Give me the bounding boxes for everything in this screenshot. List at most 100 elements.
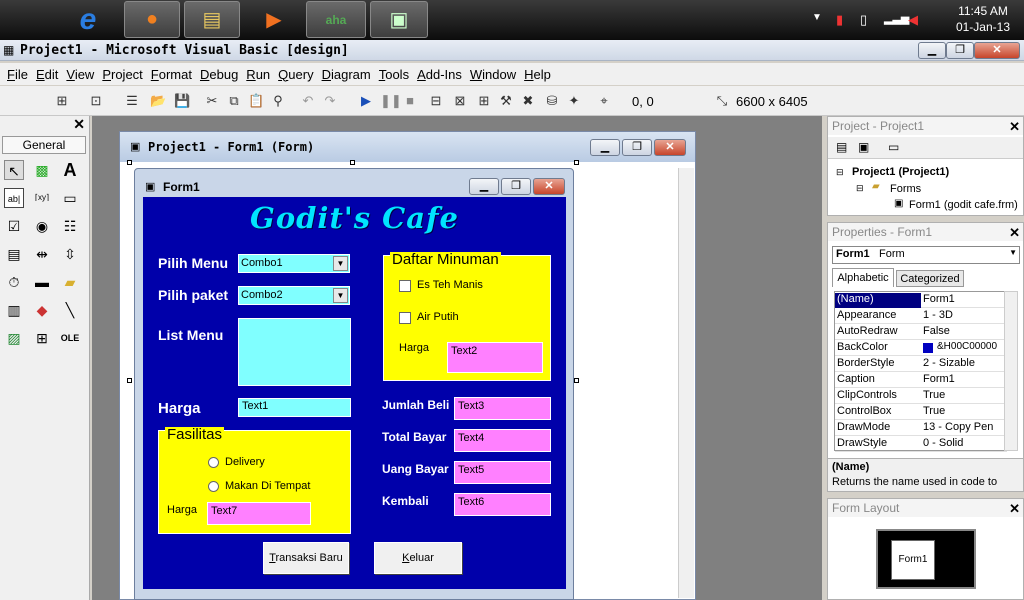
data-tool-icon[interactable]: ⊞: [32, 328, 52, 348]
tray-arrow-icon[interactable]: ▼: [812, 12, 822, 23]
resize-handle[interactable]: [574, 160, 579, 165]
text7-input[interactable]: Text7: [207, 502, 311, 525]
form-preview[interactable]: Form1: [891, 540, 935, 580]
form1-close-button[interactable]: ✕: [533, 178, 565, 195]
object-select[interactable]: Form1 Form ▼: [832, 246, 1020, 264]
property-row[interactable]: (Name) Form1: [835, 292, 1007, 308]
signal-icon[interactable]: ▂▃▅: [884, 12, 909, 25]
text1-input[interactable]: Text1: [238, 398, 351, 417]
resize-handle[interactable]: [574, 378, 579, 383]
menu-window[interactable]: Window: [470, 67, 516, 82]
paste-icon[interactable]: 📋: [248, 93, 264, 109]
vb-icon[interactable]: ▣: [370, 1, 428, 38]
toolbox-close-icon[interactable]: ✕: [73, 116, 85, 133]
battery-icon[interactable]: ▯: [860, 12, 867, 28]
property-row[interactable]: BackColor &H00C00000: [835, 340, 1007, 356]
label-tool-icon[interactable]: A: [60, 160, 80, 180]
save-icon[interactable]: 💾: [174, 93, 190, 109]
tab-alphabetic[interactable]: Alphabetic: [832, 268, 894, 287]
aha-icon[interactable]: aha: [306, 1, 366, 38]
data-view-icon[interactable]: ⛁: [544, 93, 560, 109]
timer-tool-icon[interactable]: ⏱: [4, 272, 24, 292]
menu-query[interactable]: Query: [278, 67, 313, 82]
break-icon[interactable]: ❚❚: [380, 93, 402, 109]
network-warning-icon[interactable]: ▮: [836, 12, 843, 28]
redo-icon[interactable]: ↷: [322, 93, 338, 109]
dirlistbox-tool-icon[interactable]: ▰: [60, 272, 80, 292]
menu-diagram[interactable]: Diagram: [322, 67, 371, 82]
form-layout-icon[interactable]: ⊞: [476, 93, 492, 109]
combo-menu[interactable]: Combo1 ▼: [238, 254, 350, 273]
optionbutton-tool-icon[interactable]: ◉: [32, 216, 52, 236]
form-file-item[interactable]: Form1 (godit cafe.frm): [909, 199, 1018, 211]
filelistbox-tool-icon[interactable]: ▥: [4, 300, 24, 320]
shape-tool-icon[interactable]: ◆: [32, 300, 52, 320]
resize-handle[interactable]: [127, 160, 132, 165]
text3-input[interactable]: Text3: [454, 397, 551, 420]
project-root[interactable]: Project1 (Project1): [852, 166, 949, 178]
volume-mute-icon[interactable]: ◀: [908, 12, 918, 28]
cut-icon[interactable]: ✂: [204, 93, 220, 109]
es-teh-checkbox[interactable]: [399, 280, 411, 292]
add-project-icon[interactable]: ⊞: [54, 93, 70, 109]
view-object-icon[interactable]: ▣: [858, 140, 869, 154]
project-explorer-icon[interactable]: ⊟: [428, 93, 444, 109]
copy-icon[interactable]: ⧉: [226, 93, 242, 109]
text2-input[interactable]: Text2: [447, 342, 543, 373]
property-row[interactable]: Caption Form1: [835, 372, 1007, 388]
checkbox-tool-icon[interactable]: ☑: [4, 216, 24, 236]
expand-icon[interactable]: ⊟: [836, 167, 844, 178]
property-row[interactable]: ControlBox True: [835, 404, 1007, 420]
chevron-down-icon[interactable]: ▼: [1009, 248, 1017, 257]
tab-categorized[interactable]: Categorized: [896, 270, 964, 287]
component-manager-icon[interactable]: ✦: [566, 93, 582, 109]
ole-tool-icon[interactable]: OLE: [60, 328, 80, 348]
menu-project[interactable]: Project: [102, 67, 142, 82]
properties-window-icon[interactable]: ⊠: [452, 93, 468, 109]
text4-input[interactable]: Text4: [454, 429, 551, 452]
list-menu-listbox[interactable]: [238, 318, 351, 386]
property-row[interactable]: ClipControls True: [835, 388, 1007, 404]
object-browser-icon[interactable]: ⚒: [498, 93, 514, 109]
property-row[interactable]: BorderStyle 2 - Sizable: [835, 356, 1007, 372]
ie-icon[interactable]: e: [68, 1, 108, 38]
media-player-icon[interactable]: ▶: [246, 1, 302, 38]
combo-paket[interactable]: Combo2 ▼: [238, 286, 350, 305]
air-putih-checkbox[interactable]: [399, 312, 411, 324]
property-row[interactable]: AutoRedraw False: [835, 324, 1007, 340]
textbox-tool-icon[interactable]: ab|: [4, 188, 24, 208]
menu-file[interactable]: File: [7, 67, 28, 82]
toolbox-tab-general[interactable]: General: [2, 136, 86, 154]
apple-icon[interactable]: [8, 1, 46, 38]
clock[interactable]: 11:45 AM 01-Jan-13: [956, 3, 1010, 35]
menu-run[interactable]: Run: [246, 67, 270, 82]
properties-scrollbar[interactable]: [1004, 291, 1018, 451]
property-row[interactable]: Appearance 1 - 3D: [835, 308, 1007, 324]
menu-editor-icon[interactable]: ☰: [124, 93, 140, 109]
resize-handle[interactable]: [127, 378, 132, 383]
chevron-down-icon[interactable]: ▼: [333, 256, 348, 271]
drivelistbox-tool-icon[interactable]: ▬: [32, 272, 52, 292]
undo-icon[interactable]: ↶: [300, 93, 316, 109]
line-tool-icon[interactable]: ╲: [60, 300, 80, 320]
stop-icon[interactable]: ■: [402, 93, 418, 109]
keluar-button[interactable]: Keluar: [374, 542, 462, 574]
property-row[interactable]: DrawMode 13 - Copy Pen: [835, 420, 1007, 436]
add-form-icon[interactable]: ⊡: [88, 93, 104, 109]
menu-format[interactable]: Format: [151, 67, 192, 82]
layout-panel-close-icon[interactable]: ✕: [1009, 500, 1020, 518]
menu-tools[interactable]: Tools: [379, 67, 409, 82]
start-icon[interactable]: ▶: [358, 93, 374, 109]
menu-view[interactable]: View: [66, 67, 94, 82]
listbox-tool-icon[interactable]: ▤: [4, 244, 24, 264]
vscrollbar-tool-icon[interactable]: ⇳: [60, 244, 80, 264]
expand-icon[interactable]: ⊟: [856, 183, 864, 194]
properties-panel-close-icon[interactable]: ✕: [1009, 224, 1020, 242]
forms-folder[interactable]: Forms: [890, 183, 921, 195]
delivery-radio[interactable]: [208, 457, 219, 468]
toggle-folders-icon[interactable]: ▭: [888, 140, 899, 154]
close-button[interactable]: ✕: [974, 42, 1020, 59]
designer-minimize-button[interactable]: ▁: [590, 139, 620, 156]
picturebox-tool-icon[interactable]: ▩: [32, 160, 52, 180]
image-tool-icon[interactable]: ▨: [4, 328, 24, 348]
